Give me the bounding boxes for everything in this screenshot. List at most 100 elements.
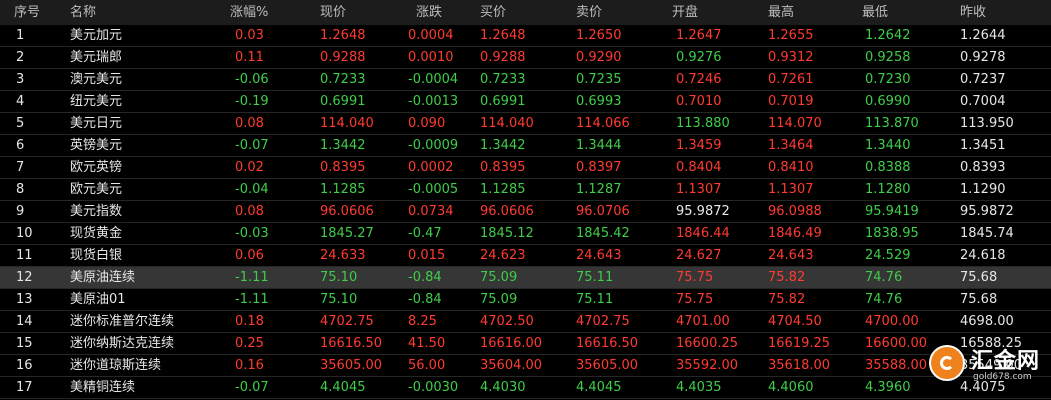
- cell-open: 113.880: [676, 116, 730, 131]
- cell-change: 0.015: [408, 248, 446, 263]
- cell-change-pct: 0.08: [235, 116, 264, 131]
- header-low[interactable]: 最低: [862, 0, 888, 25]
- cell-prev-close: 4698.00: [960, 314, 1014, 329]
- cell-change: -0.0005: [408, 182, 459, 197]
- table-header: 序号 名称 涨幅% 现价 涨跌 买价 卖价 开盘 最高 最低 昨收: [0, 0, 1051, 25]
- cell-change: 0.0004: [408, 28, 454, 43]
- cell-change-pct: 0.06: [235, 248, 264, 263]
- table-row[interactable]: 3 澳元美元 -0.06 0.7233 -0.0004 0.7233 0.7235 0.724…: [0, 69, 1051, 91]
- cell-low: 1.3440: [865, 138, 911, 153]
- cell-change: 0.0002: [408, 160, 454, 175]
- cell-open: 1.3459: [676, 138, 722, 153]
- header-ask[interactable]: 卖价: [576, 0, 602, 25]
- cell-bid: 0.6991: [480, 94, 526, 109]
- cell-low: 0.6990: [865, 94, 911, 109]
- cell-ask: 35605.00: [576, 358, 639, 373]
- cell-ask: 0.9290: [576, 50, 622, 65]
- cell-open: 95.9872: [676, 204, 730, 219]
- logo-url: gold678.com: [973, 372, 1032, 382]
- cell-name: 现货黄金: [70, 226, 123, 241]
- header-seq[interactable]: 序号: [14, 0, 40, 25]
- cell-seq: 4: [16, 94, 25, 109]
- cell-ask: 0.7235: [576, 72, 622, 87]
- cell-name: 美元瑞郎: [70, 50, 123, 65]
- cell-ask: 4.4045: [576, 380, 622, 395]
- table-row[interactable]: 14 迷你标准普尔连续 0.18 4702.75 8.25 4702.50 4702.75 4…: [0, 311, 1051, 333]
- cell-bid: 0.8395: [480, 160, 526, 175]
- cell-low: 74.76: [865, 292, 903, 307]
- header-bid[interactable]: 买价: [480, 0, 506, 25]
- cell-low: 1838.95: [865, 226, 919, 241]
- table-row[interactable]: 11 现货白银 0.06 24.633 0.015 24.623 24.643 24.627 2…: [0, 245, 1051, 267]
- cell-seq: 3: [16, 72, 25, 87]
- cell-open: 4701.00: [676, 314, 730, 329]
- cell-low: 24.529: [865, 248, 911, 263]
- cell-price: 1845.27: [320, 226, 374, 241]
- table-row[interactable]: 10 现货黄金 -0.03 1845.27 -0.47 1845.12 1845.42 184…: [0, 223, 1051, 245]
- cell-name: 迷你标准普尔连续: [70, 314, 175, 329]
- cell-name: 纽元美元: [70, 94, 123, 109]
- cell-name: 美元日元: [70, 116, 123, 131]
- header-change[interactable]: 涨跌: [416, 0, 442, 25]
- cell-high: 75.82: [768, 292, 806, 307]
- cell-ask: 0.8397: [576, 160, 622, 175]
- table-row[interactable]: 8 欧元美元 -0.04 1.1285 -0.0005 1.1285 1.1287 1.130…: [0, 179, 1051, 201]
- table-row[interactable]: 15 迷你纳斯达克连续 0.25 16616.50 41.50 16616.00 16616…: [0, 333, 1051, 355]
- header-prev-close[interactable]: 昨收: [960, 0, 986, 25]
- cell-low: 0.9258: [865, 50, 911, 65]
- cell-ask: 75.11: [576, 270, 614, 285]
- cell-name: 现货白银: [70, 248, 123, 263]
- cell-change-pct: 0.18: [235, 314, 264, 329]
- cell-seq: 15: [16, 336, 33, 351]
- table-row[interactable]: 4 纽元美元 -0.19 0.6991 -0.0013 0.6991 0.6993 0.701…: [0, 91, 1051, 113]
- cell-name: 欧元英镑: [70, 160, 123, 175]
- table-row[interactable]: 12 美原油连续 -1.11 75.10 -0.84 75.09 75.11 75.75 75.…: [0, 267, 1051, 289]
- cell-change-pct: -0.19: [235, 94, 269, 109]
- cell-ask: 0.6993: [576, 94, 622, 109]
- table-row[interactable]: 13 美原油01 -1.11 75.10 -0.84 75.09 75.11 75.75 75.…: [0, 289, 1051, 311]
- cell-high: 75.82: [768, 270, 806, 285]
- cell-bid: 1.2648: [480, 28, 526, 43]
- table-row[interactable]: 17 美精铜连续 -0.07 4.4045 -0.0030 4.4030 4.4045 4.4…: [0, 377, 1051, 399]
- header-open[interactable]: 开盘: [672, 0, 698, 25]
- cell-prev-close: 113.950: [960, 116, 1014, 131]
- cell-seq: 2: [16, 50, 25, 65]
- cell-open: 0.7246: [676, 72, 722, 87]
- table-row[interactable]: 16 迷你道琼斯连续 0.16 35605.00 56.00 35604.00 35605.…: [0, 355, 1051, 377]
- cell-open: 75.75: [676, 270, 714, 285]
- cell-change-pct: -0.07: [235, 138, 269, 153]
- header-price[interactable]: 现价: [320, 0, 346, 25]
- table-row[interactable]: 9 美元指数 0.08 96.0606 0.0734 96.0606 96.0706 95.9…: [0, 201, 1051, 223]
- cell-low: 74.76: [865, 270, 903, 285]
- cell-ask: 1.2650: [576, 28, 622, 43]
- cell-open: 24.627: [676, 248, 722, 263]
- cell-name: 美原油连续: [70, 270, 136, 285]
- table-row[interactable]: 6 英镑美元 -0.07 1.3442 -0.0009 1.3442 1.3444 1.345…: [0, 135, 1051, 157]
- table-row[interactable]: 1 美元加元 0.03 1.2648 0.0004 1.2648 1.2650 1.2647 1…: [0, 25, 1051, 47]
- cell-high: 16619.25: [768, 336, 831, 351]
- cell-name: 欧元美元: [70, 182, 123, 197]
- header-name[interactable]: 名称: [70, 0, 96, 25]
- cell-price: 0.9288: [320, 50, 366, 65]
- cell-high: 0.7019: [768, 94, 814, 109]
- cell-open: 0.9276: [676, 50, 722, 65]
- header-high[interactable]: 最高: [768, 0, 794, 25]
- cell-open: 0.7010: [676, 94, 722, 109]
- cell-open: 1.2647: [676, 28, 722, 43]
- cell-open: 0.8404: [676, 160, 722, 175]
- cell-bid: 4.4030: [480, 380, 526, 395]
- table-row[interactable]: 5 美元日元 0.08 114.040 0.090 114.040 114.066 113.8…: [0, 113, 1051, 135]
- cell-low: 0.7230: [865, 72, 911, 87]
- cell-prev-close: 1.1290: [960, 182, 1006, 197]
- cell-change-pct: 0.02: [235, 160, 264, 175]
- cell-high: 114.070: [768, 116, 822, 131]
- table-row[interactable]: 2 美元瑞郎 0.11 0.9288 0.0010 0.9288 0.9290 0.9276 0…: [0, 47, 1051, 69]
- cell-price: 75.10: [320, 270, 358, 285]
- cell-seq: 5: [16, 116, 25, 131]
- header-change-pct[interactable]: 涨幅%: [230, 0, 268, 25]
- cell-price: 16616.50: [320, 336, 383, 351]
- cell-price: 1.3442: [320, 138, 366, 153]
- cell-ask: 16616.50: [576, 336, 639, 351]
- cell-high: 0.9312: [768, 50, 814, 65]
- table-row[interactable]: 7 欧元英镑 0.02 0.8395 0.0002 0.8395 0.8397 0.8404 0…: [0, 157, 1051, 179]
